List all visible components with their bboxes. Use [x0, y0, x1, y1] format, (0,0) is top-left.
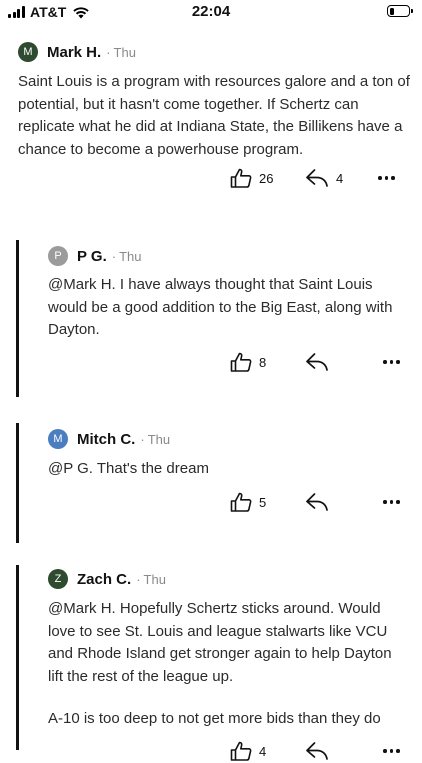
- separator-dot: ·: [140, 431, 145, 447]
- author-name[interactable]: Mitch C.: [77, 431, 135, 448]
- comment-body: Saint Louis is a program with resources …: [18, 71, 410, 161]
- like-count: 5: [259, 494, 267, 510]
- more-options-icon[interactable]: [380, 490, 400, 514]
- like-button[interactable]: 8: [230, 350, 266, 374]
- status-time: 22:04: [191, 3, 231, 20]
- comment-paragraph: @P G. That's the dream: [48, 460, 209, 477]
- comment-header: M Mark H. · Thu: [18, 41, 136, 63]
- like-button[interactable]: 4: [230, 739, 266, 763]
- like-count: 4: [259, 743, 267, 759]
- status-bar: AT&T 22:04: [0, 0, 422, 24]
- comment-actions: 4: [0, 739, 422, 763]
- author-name[interactable]: Zach C.: [77, 571, 131, 588]
- comment-header: Z Zach C. · Thu: [48, 568, 166, 590]
- comment-body: @P G. That's the dream: [48, 458, 398, 481]
- reply-arrow-icon: [306, 742, 328, 760]
- like-count: 8: [259, 354, 267, 370]
- comment-4: Z Zach C. · Thu @Mark H. Hopefully Scher…: [0, 565, 422, 761]
- comment-body: @Mark H. I have always thought that Sain…: [48, 274, 398, 342]
- avatar[interactable]: M: [48, 429, 68, 449]
- comment-actions: 26 4: [0, 166, 422, 190]
- comment-actions: 5: [0, 490, 422, 514]
- comment-paragraph: @Mark H. Hopefully Schertz sticks around…: [48, 600, 392, 685]
- comment-paragraph: Saint Louis is a program with resources …: [18, 73, 410, 158]
- reply-arrow-icon: [306, 353, 328, 371]
- comment-time: Thu: [143, 571, 166, 587]
- avatar[interactable]: M: [18, 42, 38, 62]
- comment-2: P P G. · Thu @Mark H. I have always thou…: [0, 240, 422, 400]
- like-button[interactable]: 5: [230, 490, 266, 514]
- battery-icon: [387, 5, 413, 17]
- thumbs-up-icon: [230, 741, 252, 761]
- reply-count: 4: [336, 170, 344, 186]
- comment-paragraph: A-10 is too deep to not get more bids th…: [48, 710, 381, 727]
- like-button[interactable]: 26: [230, 166, 273, 190]
- comment-header: P P G. · Thu: [48, 245, 142, 267]
- reply-button[interactable]: [305, 739, 329, 763]
- comment-header: M Mitch C. · Thu: [48, 428, 170, 450]
- author-name[interactable]: P G.: [77, 248, 107, 265]
- like-count: 26: [259, 170, 274, 186]
- avatar[interactable]: Z: [48, 569, 68, 589]
- more-options-icon[interactable]: [380, 739, 400, 763]
- thumbs-up-icon: [230, 492, 252, 512]
- comment-paragraph: @Mark H. I have always thought that Sain…: [48, 276, 393, 338]
- separator-dot: ·: [136, 571, 141, 587]
- thumbs-up-icon: [230, 168, 252, 188]
- comment-1: M Mark H. · Thu Saint Louis is a program…: [0, 36, 422, 196]
- author-name[interactable]: Mark H.: [47, 44, 101, 61]
- comment-time: Thu: [113, 44, 136, 60]
- comment-time: Thu: [119, 248, 142, 264]
- reply-button[interactable]: 4: [305, 166, 343, 190]
- reply-arrow-icon: [306, 493, 328, 511]
- reply-arrow-icon: [306, 169, 328, 187]
- reply-button[interactable]: [305, 350, 329, 374]
- comment-body: @Mark H. Hopefully Schertz sticks around…: [48, 598, 394, 731]
- thumbs-up-icon: [230, 352, 252, 372]
- battery-fill: [389, 7, 394, 15]
- comment-actions: 8: [0, 350, 422, 374]
- comment-time: Thu: [147, 431, 171, 447]
- separator-dot: ·: [111, 248, 117, 264]
- comment-3: M Mitch C. · Thu @P G. That's the dream …: [0, 423, 422, 543]
- reply-button[interactable]: [305, 490, 329, 514]
- more-options-icon[interactable]: [380, 350, 400, 374]
- avatar[interactable]: P: [48, 246, 68, 266]
- more-options-icon[interactable]: [375, 166, 395, 190]
- separator-dot: ·: [106, 44, 111, 60]
